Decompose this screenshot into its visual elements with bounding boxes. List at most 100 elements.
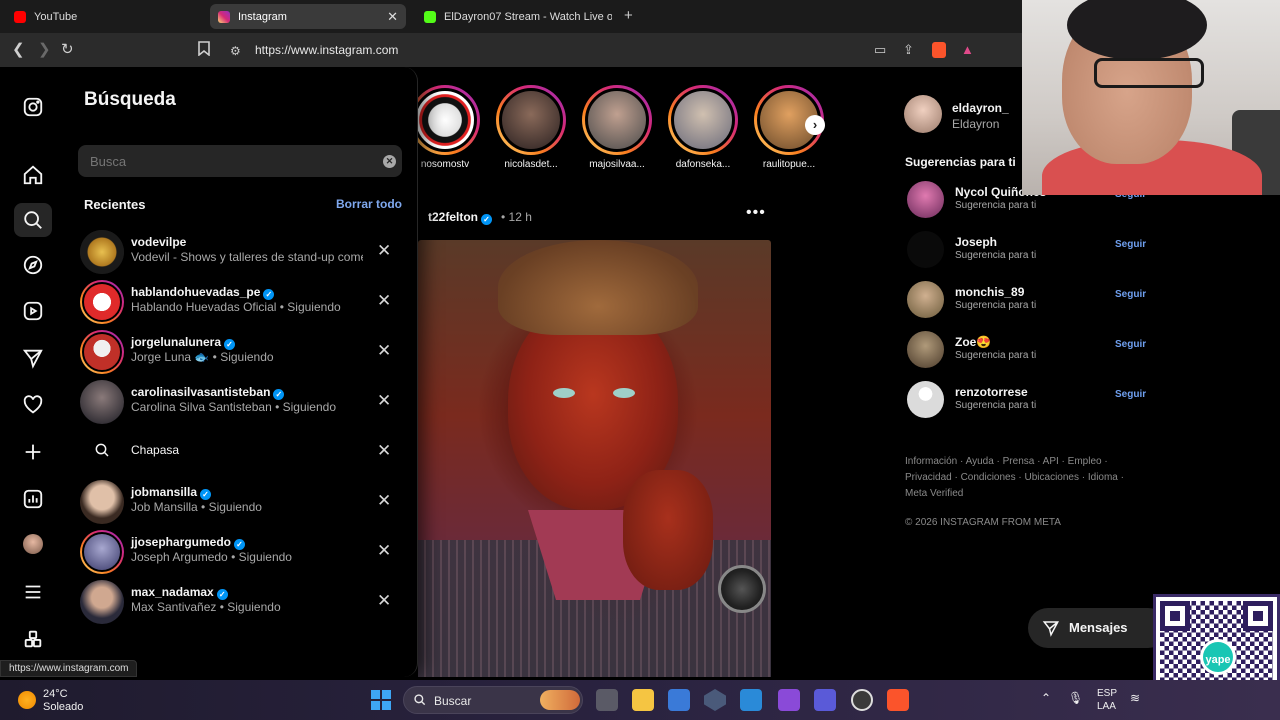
story-item[interactable]: nicolasdet... bbox=[494, 85, 568, 171]
remove-recent-icon[interactable]: ✕ bbox=[377, 291, 391, 311]
story-item[interactable]: majosilvaa... bbox=[580, 85, 654, 171]
suggestion-avatar[interactable] bbox=[907, 381, 944, 418]
recent-username-text: jobmansilla bbox=[131, 485, 198, 499]
remove-recent-icon[interactable]: ✕ bbox=[377, 391, 391, 411]
suggestion-subtitle: Sugerencia para ti bbox=[955, 250, 1037, 261]
visual-studio-icon[interactable] bbox=[778, 689, 800, 711]
story-label: nicolasdet... bbox=[504, 159, 558, 170]
post-image[interactable] bbox=[418, 240, 771, 677]
suggestion-name[interactable]: renzotorrese bbox=[955, 385, 1028, 399]
file-explorer-icon[interactable] bbox=[632, 689, 654, 711]
microphone-icon[interactable]: 🎙 bbox=[1068, 691, 1083, 705]
remove-recent-icon[interactable]: ✕ bbox=[377, 441, 391, 461]
cast-icon[interactable]: ▭ bbox=[874, 41, 886, 59]
taskbar-search[interactable]: Buscar bbox=[403, 686, 583, 714]
footer-links[interactable]: Información · Ayuda · Prensa · API · Emp… bbox=[905, 454, 1135, 502]
follow-button[interactable]: Seguir bbox=[1115, 289, 1146, 300]
qr-finder bbox=[1243, 601, 1273, 631]
suggestion-name[interactable]: Joseph bbox=[955, 235, 997, 249]
also-from-meta-icon[interactable] bbox=[20, 626, 46, 652]
recent-query[interactable]: Chapasa ✕ bbox=[80, 428, 404, 474]
weather-temperature[interactable]: 24°C bbox=[43, 688, 68, 700]
follow-button[interactable]: Seguir bbox=[1115, 389, 1146, 400]
story-item[interactable]: dafonseka... bbox=[666, 85, 740, 171]
share-icon[interactable]: ⇪ bbox=[903, 41, 914, 59]
suggestion-avatar[interactable] bbox=[907, 231, 944, 268]
follow-button[interactable]: Seguir bbox=[1115, 339, 1146, 350]
follow-button[interactable]: Seguir bbox=[1115, 239, 1146, 250]
wifi-icon[interactable]: ≋ bbox=[1130, 691, 1140, 705]
weather-sun-icon[interactable] bbox=[18, 691, 36, 709]
messages-icon[interactable] bbox=[20, 345, 46, 371]
search-icon[interactable] bbox=[20, 207, 46, 233]
recent-item[interactable]: jobmansilla ✓ Job Mansilla • Siguiendo ✕ bbox=[80, 478, 404, 524]
remove-recent-icon[interactable]: ✕ bbox=[377, 491, 391, 511]
notifications-heart-icon[interactable] bbox=[20, 392, 46, 418]
brave-browser-icon[interactable] bbox=[887, 689, 909, 711]
search-highlight-icon bbox=[540, 690, 580, 710]
current-user-avatar[interactable] bbox=[904, 95, 942, 133]
teams-icon[interactable] bbox=[814, 689, 836, 711]
brave-rewards-icon[interactable]: ▲ bbox=[961, 41, 974, 59]
site-settings-icon[interactable]: ⚙ bbox=[230, 42, 241, 60]
recent-item[interactable]: carolinasilvasantisteban ✓ Carolina Silva… bbox=[80, 378, 404, 424]
story-item[interactable]: nosomostv bbox=[408, 85, 482, 171]
suggestion-avatar[interactable] bbox=[907, 331, 944, 368]
keyboard-layout-indicator[interactable]: LAA bbox=[1097, 701, 1116, 712]
app-cube-icon[interactable] bbox=[704, 689, 726, 711]
recent-item[interactable]: hablandohuevadas_pe ✓ Hablando Huevadas O… bbox=[80, 278, 404, 324]
clear-search-icon[interactable]: ✕ bbox=[383, 155, 396, 168]
post-options-icon[interactable]: ••• bbox=[746, 204, 766, 222]
brave-shield-icon[interactable] bbox=[932, 42, 946, 58]
windows-start-icon[interactable] bbox=[371, 690, 391, 710]
stories-next-icon[interactable]: › bbox=[805, 115, 825, 135]
forward-icon[interactable]: ❯ bbox=[38, 41, 51, 59]
remove-recent-icon[interactable]: ✕ bbox=[377, 591, 391, 611]
menu-hamburger-icon[interactable] bbox=[20, 579, 46, 605]
dashboard-chart-icon[interactable] bbox=[20, 486, 46, 512]
current-user-username[interactable]: eldayron_ bbox=[952, 101, 1009, 115]
suggestion-name[interactable]: Zoe😍 bbox=[955, 335, 991, 349]
close-tab-icon[interactable]: ✕ bbox=[387, 9, 398, 25]
language-indicator[interactable]: ESP bbox=[1097, 688, 1117, 699]
suggestion-avatar[interactable] bbox=[907, 181, 944, 218]
tab-label: Instagram bbox=[238, 10, 287, 23]
tab-youtube[interactable]: YouTube bbox=[6, 4, 206, 29]
obs-icon[interactable] bbox=[851, 689, 873, 711]
verified-badge-icon: ✓ bbox=[200, 489, 212, 500]
home-icon[interactable] bbox=[20, 162, 46, 188]
verified-badge-icon: ✓ bbox=[273, 389, 285, 400]
task-view-icon[interactable] bbox=[596, 689, 618, 711]
clear-all-button[interactable]: Borrar todo bbox=[336, 197, 402, 211]
remove-recent-icon[interactable]: ✕ bbox=[377, 541, 391, 561]
verified-badge-icon: ✓ bbox=[481, 214, 493, 225]
instagram-logo-icon[interactable] bbox=[20, 94, 46, 120]
back-icon[interactable]: ❮ bbox=[12, 41, 25, 59]
recent-item[interactable]: jorgelunalunera ✓ Jorge Luna 🐟 • Siguiend… bbox=[80, 328, 404, 374]
recent-item[interactable]: jjosephargumedo ✓ Joseph Argumedo • Sigui… bbox=[80, 528, 404, 574]
post-image-hand bbox=[623, 470, 713, 590]
recent-item[interactable]: max_nadamax ✓ Max Santivañez • Siguiendo … bbox=[80, 578, 404, 624]
tab-instagram[interactable]: Instagram ✕ bbox=[210, 4, 406, 29]
reload-icon[interactable]: ↻ bbox=[61, 41, 74, 59]
store-icon[interactable] bbox=[668, 689, 690, 711]
remove-recent-icon[interactable]: ✕ bbox=[377, 341, 391, 361]
recent-item[interactable]: vodevilpe Vodevil - Shows y talleres de … bbox=[80, 228, 404, 274]
create-plus-icon[interactable] bbox=[20, 439, 46, 465]
weather-description[interactable]: Soleado bbox=[43, 701, 83, 713]
remove-recent-icon[interactable]: ✕ bbox=[377, 241, 391, 261]
new-tab-button[interactable]: + bbox=[624, 7, 633, 24]
profile-avatar[interactable] bbox=[23, 534, 43, 554]
messages-button[interactable]: Mensajes bbox=[1028, 608, 1168, 648]
vscode-icon[interactable] bbox=[740, 689, 762, 711]
suggestion-name[interactable]: monchis_89 bbox=[955, 285, 1024, 299]
bookmark-icon[interactable] bbox=[198, 41, 210, 61]
verified-badge-icon: ✓ bbox=[234, 539, 246, 550]
explore-icon[interactable] bbox=[20, 252, 46, 278]
search-input[interactable] bbox=[90, 145, 370, 177]
suggestion-avatar[interactable] bbox=[907, 281, 944, 318]
tab-kick[interactable]: ElDayron07 Stream - Watch Live on K bbox=[416, 4, 612, 29]
reels-icon[interactable] bbox=[20, 298, 46, 324]
tray-chevron-icon[interactable]: ⌃ bbox=[1041, 691, 1051, 705]
post-username[interactable]: t22felton ✓ bbox=[428, 210, 493, 225]
